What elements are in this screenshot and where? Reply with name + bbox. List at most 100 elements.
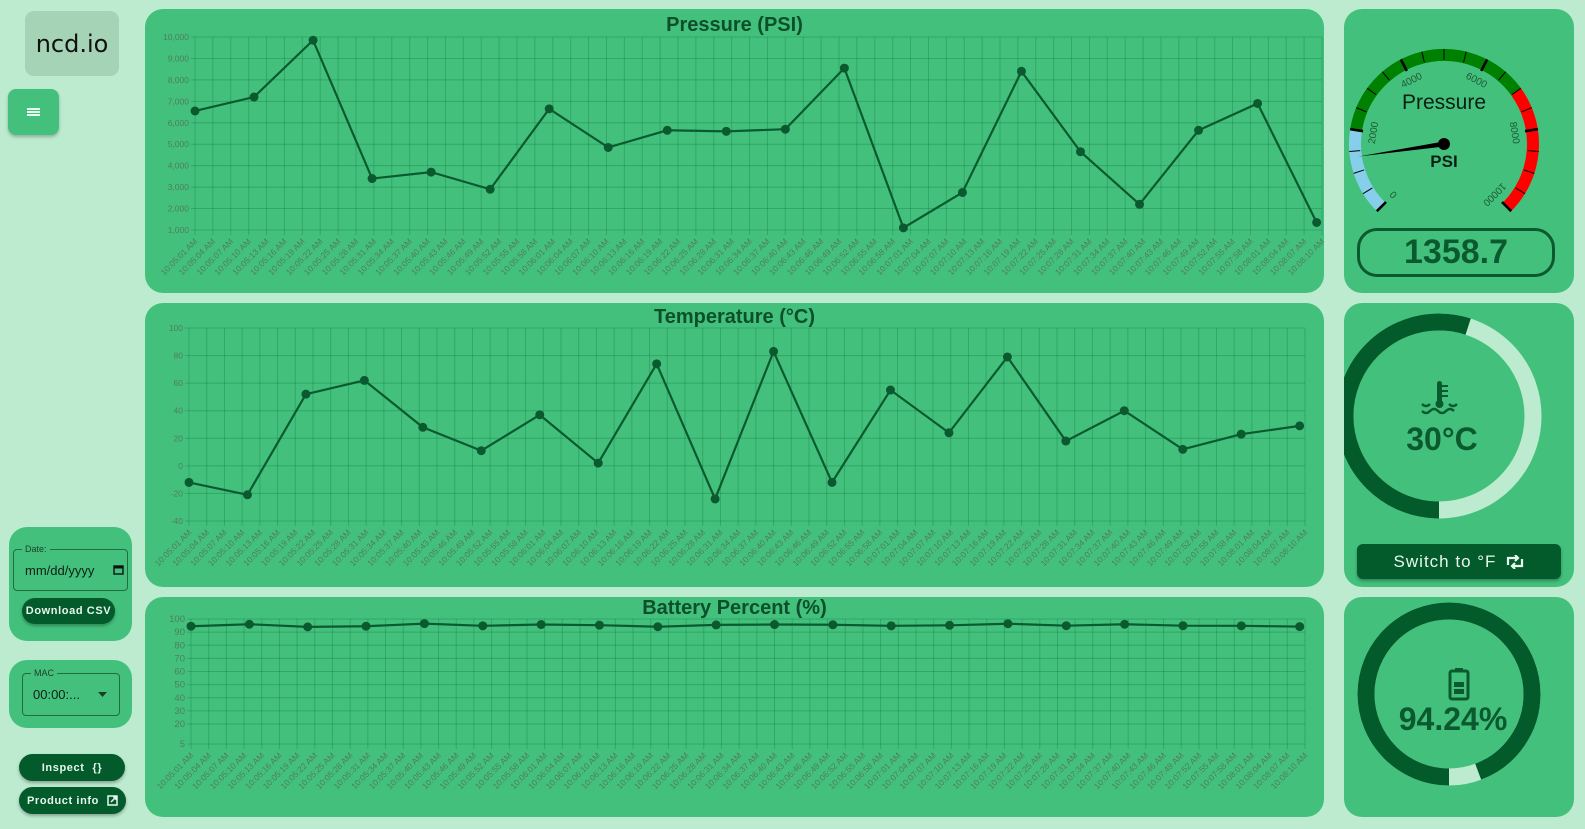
y-tick-label: 50 — [174, 680, 185, 691]
data-point — [242, 490, 252, 500]
y-tick-label: 80 — [174, 640, 185, 651]
repeat-icon — [1507, 554, 1524, 569]
data-point — [652, 359, 662, 369]
data-point — [308, 35, 318, 45]
menu-button[interactable] — [8, 89, 59, 135]
battery-gauge-panel: 94.24% — [1344, 597, 1574, 817]
data-point — [711, 620, 721, 630]
data-point — [886, 621, 896, 631]
data-point — [1253, 98, 1263, 108]
date-label: Date: — [22, 544, 50, 554]
y-tick-label: 1,000 — [168, 225, 190, 235]
y-tick-label: 0 — [178, 461, 183, 471]
battery-icon — [1448, 668, 1470, 701]
data-point — [827, 477, 837, 487]
external-link-icon — [107, 795, 118, 806]
data-point — [1236, 429, 1246, 439]
data-point — [957, 187, 967, 197]
date-field[interactable]: Date: mm/dd/yyyy — [13, 544, 128, 591]
temperature-chart-panel: Temperature (°C) 10:05:01 AM 10:05:04 AM 1… — [145, 303, 1324, 587]
data-point — [303, 622, 313, 632]
data-point — [945, 620, 955, 630]
mac-value: 00:00:... — [33, 687, 80, 702]
data-point — [1076, 147, 1085, 157]
y-tick-label: 80 — [174, 351, 184, 361]
date-input[interactable]: mm/dd/yyyy — [25, 563, 94, 578]
data-point — [536, 620, 546, 630]
series-line — [188, 348, 1300, 502]
download-csv-button[interactable]: Download CSV — [22, 598, 115, 624]
switch-unit-label: Switch to °F — [1393, 551, 1497, 571]
temperature-value: 30°C — [1406, 421, 1478, 457]
inspect-label: Inspect — [41, 761, 85, 774]
y-tick-label: 8,000 — [168, 75, 190, 85]
data-point — [1295, 421, 1305, 431]
y-tick-label: 5 — [180, 739, 185, 750]
gauge-title: Pressure — [1402, 91, 1486, 114]
gauge-label: 2000 — [1367, 121, 1381, 145]
data-point — [186, 621, 196, 631]
gauge-label: 6000 — [1464, 71, 1489, 91]
data-point — [184, 477, 194, 487]
data-point — [1295, 622, 1305, 632]
y-tick-label: 5,000 — [168, 139, 190, 149]
series-line — [190, 622, 1300, 628]
pressure-chart-panel: Pressure (PSI) 10:05:01 AM 10:05:04 AM 10:… — [145, 9, 1324, 293]
y-tick-label: 40 — [174, 693, 185, 704]
y-tick-label: 4,000 — [168, 161, 190, 171]
data-point — [1312, 217, 1322, 227]
chevron-down-icon — [98, 692, 107, 697]
data-point — [662, 125, 672, 135]
battery-chart-panel: Battery Percent (%) 10:05:01 AM 10:05:04 … — [145, 597, 1324, 817]
y-tick-label: 70 — [174, 653, 185, 664]
product-info-button[interactable]: Product info — [19, 787, 126, 814]
data-point — [603, 142, 613, 152]
y-tick-label: 20 — [174, 719, 185, 730]
y-tick-label: 2,000 — [168, 204, 190, 214]
y-tick-label: 60 — [174, 667, 185, 678]
y-tick-label: -20 — [171, 488, 184, 498]
gauge-label: 4000 — [1399, 71, 1424, 91]
data-point — [885, 385, 895, 395]
data-point — [769, 346, 779, 356]
mac-select[interactable]: MAC 00:00:... — [22, 668, 120, 716]
data-point — [1178, 444, 1188, 454]
y-tick-label: 6,000 — [168, 118, 190, 128]
data-point — [770, 620, 780, 630]
y-tick-label: 9,000 — [168, 53, 190, 63]
inspect-button[interactable]: Inspect {} — [19, 754, 125, 781]
data-point — [244, 619, 254, 629]
date-panel: Date: mm/dd/yyyy Download CSV — [9, 527, 132, 641]
data-point — [426, 167, 436, 177]
switch-unit-button[interactable]: Switch to °F — [1357, 544, 1561, 579]
data-point — [944, 428, 954, 438]
data-point — [594, 620, 604, 630]
data-point — [828, 620, 838, 630]
y-tick-label: -40 — [171, 516, 184, 526]
y-tick-label: 30 — [174, 706, 185, 717]
data-point — [419, 619, 429, 629]
gauge-label: 8000 — [1507, 121, 1521, 145]
y-tick-label: 100 — [169, 323, 183, 333]
gauge-needle-hub — [1438, 138, 1450, 150]
temperature-ring-gauge — [1344, 313, 1542, 519]
mac-panel: MAC 00:00:... — [9, 660, 132, 728]
data-point — [1194, 125, 1204, 135]
data-point — [1120, 619, 1130, 629]
y-tick-label: 100 — [169, 614, 185, 625]
y-tick-label: 20 — [174, 433, 184, 443]
gauge-label: 0 — [1388, 188, 1400, 200]
y-tick-label: 10,000 — [163, 32, 189, 42]
data-point — [361, 621, 371, 631]
data-point — [359, 375, 369, 385]
data-point — [593, 458, 603, 468]
data-point — [653, 622, 663, 632]
y-tick-label: 7,000 — [168, 96, 190, 106]
data-point — [367, 174, 377, 184]
calendar-icon[interactable] — [113, 564, 124, 575]
data-point — [1002, 352, 1012, 362]
data-point — [710, 494, 720, 504]
data-point — [418, 422, 428, 432]
data-point — [1061, 621, 1071, 631]
pressure-gauge-panel: 0 2000 4000 6000 8000 10000 Pressure PSI 1358.7 — [1344, 9, 1574, 293]
